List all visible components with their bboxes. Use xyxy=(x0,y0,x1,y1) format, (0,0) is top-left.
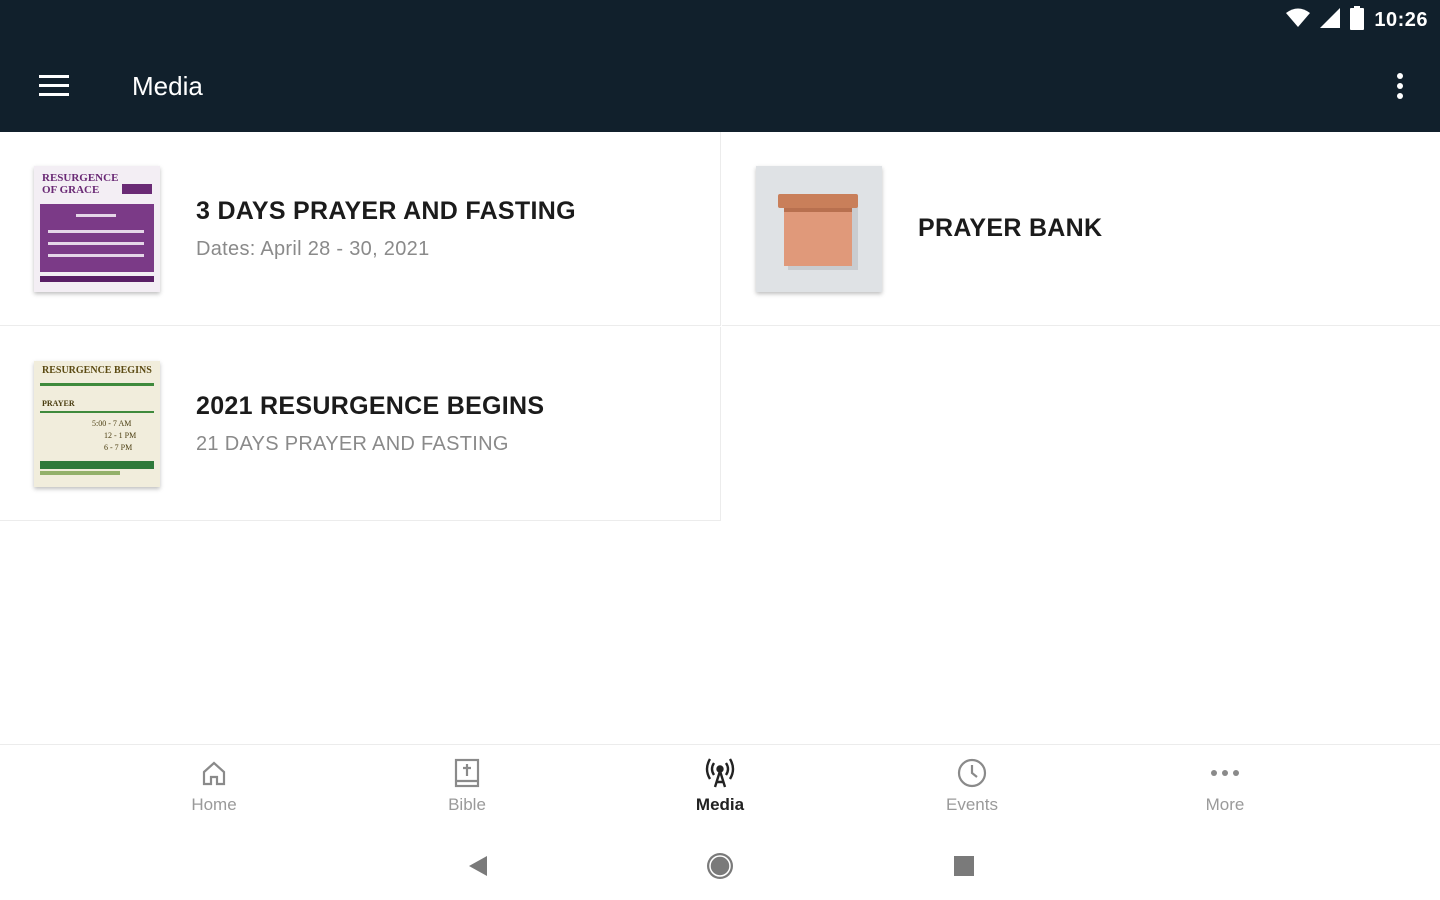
more-vertical-icon xyxy=(1397,73,1403,99)
nav-item-media[interactable]: Media xyxy=(650,757,790,827)
nav-item-events[interactable]: Events xyxy=(902,757,1042,827)
media-thumbnail: RESURGENCE OF GRACE xyxy=(34,165,160,292)
wifi-icon xyxy=(1286,8,1311,33)
status-bar: 10:26 xyxy=(1286,5,1428,35)
media-card-title: 2021 RESURGENCE BEGINS xyxy=(196,391,545,420)
menu-button[interactable] xyxy=(24,56,84,116)
nav-item-home[interactable]: Home xyxy=(144,757,284,827)
media-card[interactable]: PRAYER BANK xyxy=(722,132,1440,326)
back-triangle-icon xyxy=(469,856,487,876)
battery-icon xyxy=(1350,5,1365,35)
thumbnail-heading: RESURGENCE OF GRACE xyxy=(42,171,119,196)
page-title: Media xyxy=(132,70,203,101)
overflow-menu-button[interactable] xyxy=(1380,60,1420,112)
media-card-title: 3 DAYS PRAYER AND FASTING xyxy=(196,196,576,225)
bottom-navigation: Home Bible Media Events More xyxy=(0,744,1440,832)
app-bar: 10:26 Media xyxy=(0,0,1440,132)
toolbar: Media xyxy=(0,50,1440,122)
system-navigation-bar xyxy=(0,832,1440,900)
system-back-button[interactable] xyxy=(458,846,498,886)
media-grid: RESURGENCE OF GRACE 3 DAYS PRAYER AND FA… xyxy=(0,132,1440,744)
media-card[interactable]: RESURGENCE BEGINS PRAYER 5:00 - 7 AM 12 … xyxy=(0,327,721,521)
home-icon xyxy=(198,757,230,789)
media-card-title: PRAYER BANK xyxy=(918,214,1103,242)
nav-label: Media xyxy=(695,795,745,814)
media-card[interactable]: RESURGENCE OF GRACE 3 DAYS PRAYER AND FA… xyxy=(0,132,721,326)
system-home-button[interactable] xyxy=(700,846,740,886)
media-thumbnail: RESURGENCE BEGINS PRAYER 5:00 - 7 AM 12 … xyxy=(34,360,160,487)
nav-label: More xyxy=(1205,795,1245,814)
nav-label: Home xyxy=(191,795,237,814)
more-horizontal-icon xyxy=(1209,757,1241,789)
thumbnail-heading: RESURGENCE BEGINS xyxy=(42,364,152,376)
home-circle-icon xyxy=(707,853,733,879)
media-thumbnail xyxy=(756,165,882,292)
signal-icon xyxy=(1320,7,1341,33)
clock-icon xyxy=(956,757,988,789)
media-card-subtitle: 21 DAYS PRAYER AND FASTING xyxy=(196,432,509,455)
bible-icon xyxy=(451,757,483,789)
nav-item-bible[interactable]: Bible xyxy=(397,757,537,827)
status-time: 10:26 xyxy=(1374,8,1428,31)
media-card-subtitle: Dates: April 28 - 30, 2021 xyxy=(196,237,430,260)
nav-item-more[interactable]: More xyxy=(1155,757,1295,827)
broadcast-icon xyxy=(704,757,736,789)
recents-square-icon xyxy=(954,856,974,876)
nav-label: Bible xyxy=(448,795,486,814)
nav-label: Events xyxy=(946,795,998,814)
system-recents-button[interactable] xyxy=(944,846,984,886)
menu-icon xyxy=(39,75,69,96)
